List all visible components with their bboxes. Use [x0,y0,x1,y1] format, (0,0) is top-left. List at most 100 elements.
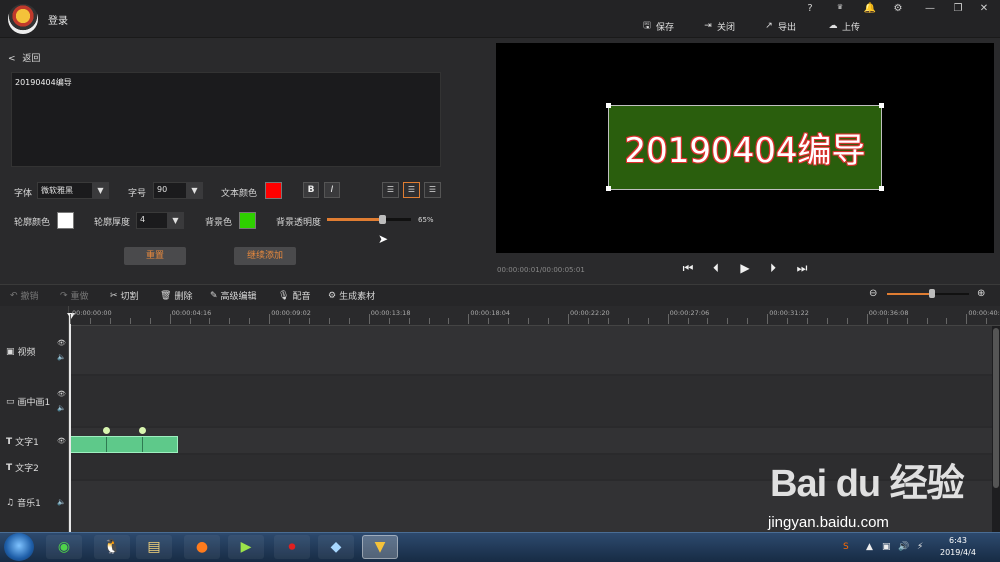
recorder-icon[interactable]: ⏺ [274,535,310,559]
ruler-tick [568,314,569,324]
video-editor-taskbar-icon[interactable]: ▼ [362,535,398,559]
minimize-icon[interactable]: — [922,3,938,17]
keyframe-dot[interactable] [139,427,146,434]
redo-button[interactable]: ↷ 重做 [60,289,89,303]
export-icon: ↗ [765,21,773,31]
zoom-slider-knob[interactable] [929,289,936,298]
film-reel-icon: ⚙ [328,290,337,301]
size-dropdown-icon[interactable]: ▼ [186,182,203,199]
advanced-edit-button[interactable]: ✎ 高级编辑 [210,289,257,303]
bg-opacity-slider-knob[interactable] [378,215,386,224]
trash-icon: 🗑 [160,290,172,301]
eye-icon[interactable]: 👁 [57,390,66,398]
outline-color-label: 轮廓颜色 [14,218,51,228]
play-icon[interactable]: ▶ [738,261,752,275]
tray-expand-icon[interactable]: ▲ [866,542,873,552]
ruler-tick [229,318,231,324]
scissors-icon: ✂ [110,290,118,301]
zoom-out-icon[interactable]: ⊖ [869,288,877,299]
outline-width-dropdown-icon[interactable]: ▼ [167,212,184,229]
step-forward-icon[interactable]: ⏵ [766,261,780,275]
network-icon[interactable]: ⚡ [917,542,923,552]
qq-icon[interactable]: 🐧 [94,535,130,559]
size-select[interactable]: 90 [153,182,187,199]
video-app-icon[interactable]: ▶ [228,535,264,559]
watermark-brand: Bai du 经验 [770,463,965,505]
app-logo[interactable] [8,4,38,34]
align-right-button[interactable]: ☰ [424,182,441,198]
speaker-icon[interactable]: 🔈 [57,353,66,361]
ruler-tick [587,318,589,324]
reset-button[interactable]: 重置 [124,247,186,265]
zoom-in-icon[interactable]: ⊕ [977,288,985,299]
align-center-button[interactable]: ☰ [403,182,420,198]
eye-icon[interactable]: 👁 [57,437,66,445]
font-dropdown-icon[interactable]: ▼ [92,182,109,199]
font-select[interactable]: 微软雅黑 [37,182,93,199]
save-label: 保存 [656,22,675,33]
track-name: 视频 [17,348,36,358]
volume-icon[interactable]: 🔊 [898,542,909,552]
bg-color-swatch[interactable] [239,212,256,229]
playhead[interactable] [69,314,71,532]
ruler-tick [727,318,729,324]
bell-icon[interactable]: 🔔 [862,3,878,17]
browser-360-icon[interactable]: ◉ [46,535,82,559]
eye-icon[interactable]: 👁 [57,339,66,347]
login-link[interactable]: 登录 [48,12,68,27]
speaker-icon[interactable]: 🔈 [57,498,66,506]
caption-text-input[interactable]: 20190404编导 [11,72,441,167]
align-right-icon: ☰ [428,185,437,194]
ruler-tick [846,318,848,324]
maximize-icon[interactable]: ❐ [950,3,966,17]
preview-timecode: 00:00:00:01/00:00:05:01 [497,266,585,274]
text1-track-lane[interactable] [70,428,992,453]
resize-handle[interactable] [879,103,884,108]
ruler-tick [249,318,251,324]
firefox-icon[interactable]: ● [184,535,220,559]
undo-button[interactable]: ↶ 撤销 [10,289,39,303]
save-button[interactable]: 🖫 保存 [642,19,674,33]
text-color-swatch[interactable] [265,182,282,199]
cut-button[interactable]: ✂ 切割 [110,289,139,303]
close-doc-button[interactable]: ⇥ 关闭 [703,19,735,33]
resize-handle[interactable] [606,103,611,108]
gear-icon[interactable]: ⚙ [890,3,906,17]
speaker-icon[interactable]: 🔈 [57,404,66,412]
align-left-button[interactable]: ☰ [382,182,399,198]
step-back-icon[interactable]: ⏴ [709,261,723,275]
preview-caption[interactable]: 20190404编导 [608,105,882,190]
continue-add-button[interactable]: 继续添加 [234,247,296,265]
ruler-tick [129,318,131,324]
italic-button[interactable]: I [324,182,340,198]
ruler-tick [328,318,330,324]
back-button[interactable]: < 返回 [8,51,40,64]
system-clock[interactable]: 6:43 2019/4/4 [940,535,976,559]
notes-app-icon[interactable]: ◆ [318,535,354,559]
keyframe-dot[interactable] [103,427,110,434]
resize-handle[interactable] [879,186,884,191]
start-button[interactable] [4,533,34,561]
device-icon[interactable]: ▣ [882,542,891,552]
delete-button[interactable]: 🗑 删除 [160,289,192,303]
window-close-icon[interactable]: ✕ [976,3,992,17]
help-icon[interactable]: ? [802,3,818,17]
file-explorer-icon[interactable]: ▤ [136,535,172,559]
video-track-lane[interactable] [70,326,992,374]
skip-end-icon[interactable]: ⏭ [795,261,809,275]
outline-width-select[interactable]: 4 [136,212,168,229]
generate-material-button[interactable]: ⚙ 生成素材 [328,289,375,303]
microphone-icon: 🎙 [278,290,290,301]
music-track-icon: ♫ [6,497,15,508]
skip-start-icon[interactable]: ⏮ [681,261,695,275]
outline-color-swatch[interactable] [57,212,74,229]
dub-button[interactable]: 🎙 配音 [278,289,310,303]
export-button[interactable]: ↗ 导出 [764,19,796,33]
pip-track-lane[interactable] [70,376,992,426]
text-clip[interactable] [70,436,178,453]
bold-button[interactable]: B [303,182,319,198]
resize-handle[interactable] [606,186,611,191]
sogou-icon[interactable]: S [843,542,849,552]
upload-button[interactable]: ☁ 上传 [828,19,861,33]
vip-icon[interactable]: ♛ [832,3,848,17]
